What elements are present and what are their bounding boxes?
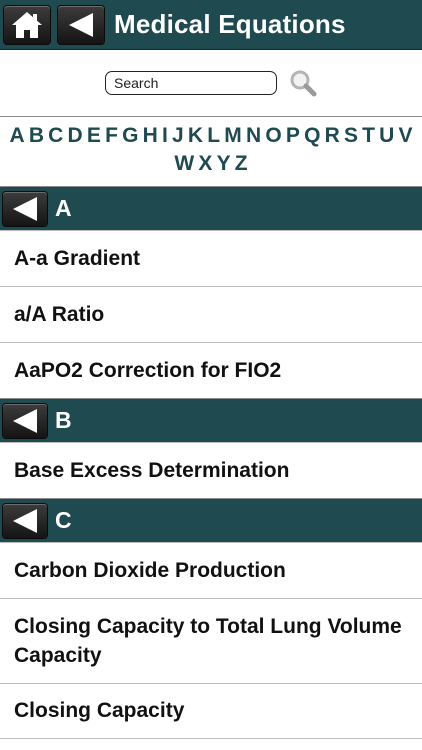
index-letter-h[interactable]: H <box>141 122 160 150</box>
back-arrow-icon <box>13 508 37 533</box>
list-item[interactable]: a/A Ratio <box>0 286 422 342</box>
search-bar <box>0 50 422 116</box>
index-letter-q[interactable]: Q <box>302 122 323 150</box>
list-item-label: a/A Ratio <box>14 302 105 326</box>
index-letter-g[interactable]: G <box>120 122 141 150</box>
index-letter-y[interactable]: Y <box>215 150 233 178</box>
index-letter-x[interactable]: X <box>196 150 214 178</box>
list-item-label: Closing Capacity <box>14 699 185 722</box>
index-letter-n[interactable]: N <box>244 122 263 150</box>
section-header-b[interactable]: B <box>0 398 422 442</box>
list-item[interactable]: AaPO2 Correction for FIO2 <box>0 342 422 398</box>
section-header-a[interactable]: A <box>0 186 422 230</box>
back-button[interactable] <box>58 5 104 44</box>
list-item-label: A-a Gradient <box>14 246 141 270</box>
index-letter-j[interactable]: J <box>170 122 186 150</box>
index-letter-u[interactable]: U <box>377 122 396 150</box>
index-letter-f[interactable]: F <box>103 122 120 150</box>
section-back-button[interactable] <box>3 403 47 438</box>
list-item[interactable]: Closing Capacity to Total Lung Volume Ca… <box>0 598 422 683</box>
back-arrow-icon <box>69 12 93 37</box>
list-item[interactable]: Base Excess Determination <box>0 442 422 498</box>
index-letter-p[interactable]: P <box>284 122 302 150</box>
list-item[interactable]: A-a Gradient <box>0 230 422 286</box>
section-back-button[interactable] <box>3 503 47 538</box>
list-item-label: Base Excess Determination <box>14 458 290 482</box>
index-letter-s[interactable]: S <box>342 122 360 150</box>
index-letter-r[interactable]: R <box>323 122 342 150</box>
section-letter: A <box>55 195 72 221</box>
section-header-c[interactable]: C <box>0 498 422 542</box>
list-item-label: Closing Capacity to Total Lung Volume Ca… <box>14 615 402 667</box>
index-letter-l[interactable]: L <box>205 122 222 150</box>
index-letter-m[interactable]: M <box>222 122 244 150</box>
list-item-label: AaPO2 Correction for FIO2 <box>14 358 282 382</box>
index-letter-d[interactable]: D <box>65 122 84 150</box>
list-item[interactable]: Carbon Dioxide Production <box>0 542 422 598</box>
top-bar: Medical Equations <box>0 0 422 50</box>
list-item-label: Carbon Dioxide Production <box>14 558 286 582</box>
index-letter-e[interactable]: E <box>85 122 103 150</box>
magnifier-icon <box>290 70 317 97</box>
section-letter: B <box>55 407 72 433</box>
index-letter-w[interactable]: W <box>172 150 196 178</box>
page-title: Medical Equations <box>114 9 346 39</box>
section-letter: C <box>55 507 72 533</box>
index-letter-i[interactable]: I <box>160 122 170 150</box>
index-letter-o[interactable]: O <box>263 122 284 150</box>
list-item[interactable]: Closing Capacity <box>0 683 422 739</box>
index-letter-b[interactable]: B <box>27 122 46 150</box>
index-letter-k[interactable]: K <box>186 122 205 150</box>
alphabet-index: A B C D E F G H I J K L M N O P Q R S T … <box>0 116 422 186</box>
home-icon <box>12 11 42 38</box>
index-letter-z[interactable]: Z <box>233 150 250 178</box>
index-letter-a[interactable]: A <box>7 122 26 150</box>
search-input[interactable] <box>105 71 277 95</box>
back-arrow-icon <box>13 408 37 433</box>
back-arrow-icon <box>13 196 37 221</box>
index-letter-v[interactable]: V <box>396 122 414 150</box>
index-letter-c[interactable]: C <box>46 122 65 150</box>
section-back-button[interactable] <box>3 191 47 226</box>
index-letter-t[interactable]: T <box>360 122 377 150</box>
search-button[interactable] <box>289 69 317 97</box>
home-button[interactable] <box>4 5 50 44</box>
